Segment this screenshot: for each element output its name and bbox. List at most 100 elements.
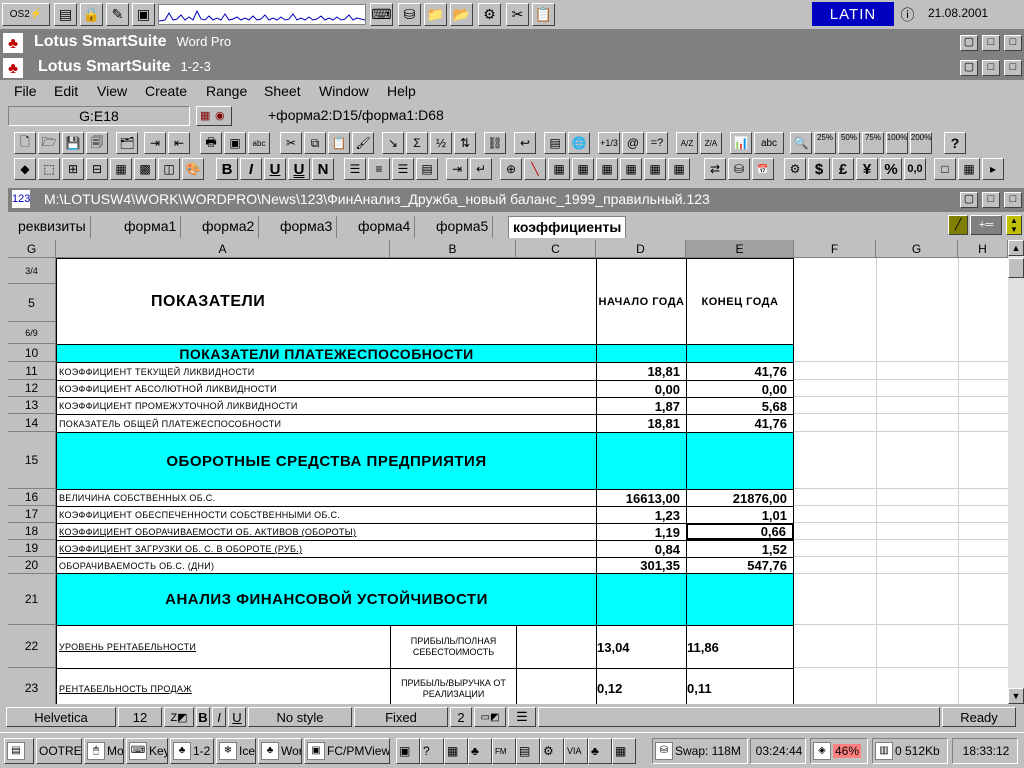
row-header-20[interactable]: 20 (8, 557, 56, 574)
tab-forma1[interactable]: форма1 (120, 216, 182, 238)
section-working-capital-cell[interactable]: ОБОРОТНЫЕ СРЕДСТВА ПРЕДПРИЯТИЯ (56, 432, 596, 489)
menu-help[interactable]: Help (387, 83, 416, 99)
sheet-corner[interactable]: G (8, 240, 56, 258)
column-header-a[interactable]: A (56, 240, 390, 258)
row-14-label[interactable]: ПОКАЗАТЕЛЬ ОБЩЕЙ ПЛАТЕЖЕСПОСОБНОСТИ (56, 414, 596, 432)
link-icon[interactable]: ⛓ (484, 132, 506, 154)
task-ice[interactable]: ❄ Ice (216, 738, 256, 764)
row-11-start[interactable]: 18,81 (596, 362, 686, 380)
zoom-25-icon[interactable]: 25% (814, 132, 836, 154)
tab-forma4[interactable]: форма4 (354, 216, 416, 238)
font-name-selector[interactable]: Helvetica (6, 707, 116, 727)
diagonal-line-icon[interactable]: ╲ (524, 158, 546, 180)
chart-window-icon[interactable]: ▤ (544, 132, 566, 154)
row-19-label[interactable]: КОЭФФИЦИЕНТ ЗАГРУЗКИ ОБ. С. В ОБОРОТЕ (Р… (56, 540, 596, 557)
menu-file[interactable]: File (14, 83, 37, 99)
spreadsheet-grid[interactable]: G A B C D E F G H 3/4 5 6/9 10 11 12 13 … (8, 240, 1008, 704)
copy-icon[interactable]: ⧉ (304, 132, 326, 154)
row-header-23[interactable]: 23 (8, 668, 56, 704)
row-23-start[interactable]: 0,12 (596, 668, 686, 704)
save-file-icon[interactable]: 💾 (62, 132, 84, 154)
calculator-launch-icon[interactable]: ▦ (444, 738, 468, 764)
navigator-icon[interactable]: ▦ (200, 109, 210, 122)
task-word-pro[interactable]: ♣ Wor (258, 738, 302, 764)
column-header-b[interactable]: B (390, 240, 516, 258)
grid-toggle-icon[interactable]: ▦ (958, 158, 980, 180)
status-bold-button[interactable]: B (196, 707, 210, 727)
zoom-200-icon[interactable]: 200% (910, 132, 932, 154)
sort-ascending-icon[interactable]: A/Z (676, 132, 698, 154)
currency-yen-button[interactable]: ¥ (856, 158, 878, 180)
row-20-label[interactable]: ОБОРАЧИВАЕМОСТЬ ОБ.С. (ДНИ) (56, 557, 596, 574)
row-header-6-9[interactable]: 6/9 (8, 322, 56, 344)
header-end-of-year-cell[interactable]: КОНЕЦ ГОДА (686, 258, 794, 344)
open-folder-icon[interactable]: 🗂 (116, 132, 138, 154)
row-17-label[interactable]: КОЭФФИЦИЕНТ ОБЕСПЕЧЕННОСТИ СОБСТВЕННЫМИ … (56, 506, 596, 523)
os2-warp-icon[interactable]: OS2⚡ (2, 3, 50, 26)
column-header-d[interactable]: D (596, 240, 686, 258)
vertical-scrollbar[interactable]: ▲ ▼ (1008, 240, 1024, 704)
decimal-places-selector[interactable]: 2 (450, 707, 472, 727)
cut-icon[interactable]: ✂ (280, 132, 302, 154)
row-23-end[interactable]: 0,11 (686, 668, 794, 704)
undo-icon[interactable]: ↩ (514, 132, 536, 154)
tab-koefficienty[interactable]: коэффициенты (508, 216, 627, 238)
row-header-19[interactable]: 19 (8, 540, 56, 557)
task-mouse[interactable]: 🖱Mou (84, 738, 124, 764)
row-header-13[interactable]: 13 (8, 397, 56, 414)
sum-icon[interactable]: Σ (406, 132, 428, 154)
drive-icon[interactable]: ⛁ (398, 3, 421, 26)
align-left-icon[interactable]: ☰ (344, 158, 366, 180)
ungroup-icon[interactable]: ⊟ (86, 158, 108, 180)
currency-pound-button[interactable]: £ (832, 158, 854, 180)
print-preview-icon[interactable]: ▣ (224, 132, 246, 154)
monitor-icon[interactable]: ▣ (132, 3, 155, 26)
row-header-5[interactable]: 5 (8, 284, 56, 322)
row-23-formula[interactable]: ПРИБЫЛЬ/ВЫРУЧКА ОТ РЕАЛИЗАЦИИ (390, 668, 516, 704)
section-working-capital-start-cell[interactable] (596, 432, 686, 489)
group-icon[interactable]: ⊞ (62, 158, 84, 180)
chart-icon[interactable]: 📊 (730, 132, 752, 154)
transpose-icon[interactable]: ⇄ (704, 158, 726, 180)
menu-window[interactable]: Window (319, 83, 369, 99)
row-12-end[interactable]: 0,00 (686, 380, 794, 397)
row-20-start[interactable]: 301,35 (596, 557, 686, 574)
scroll-thumb[interactable] (1008, 258, 1024, 278)
justify-icon[interactable]: ▤ (416, 158, 438, 180)
row-11-end[interactable]: 41,76 (686, 362, 794, 380)
row-22-start[interactable]: 13,04 (596, 625, 686, 668)
table-outline-icon[interactable]: ▦ (620, 158, 642, 180)
sheet-minimize-button[interactable]: ▢ (960, 60, 978, 76)
row-23-label[interactable]: РЕНТАБЕЛЬНОСТЬ ПРОДАЖ (56, 668, 390, 704)
pen-icon[interactable]: ✎ (106, 3, 129, 26)
paste-icon[interactable]: 📋 (328, 132, 350, 154)
row-17-end[interactable]: 1,01 (686, 506, 794, 523)
tab-scroll-icon[interactable]: ▲ ▼ (1006, 215, 1022, 235)
column-header-g[interactable]: G (876, 240, 958, 258)
underline-button[interactable]: U (264, 158, 286, 180)
section-working-capital-end-cell[interactable] (686, 432, 794, 489)
cell-reference-box[interactable]: G:E18 (8, 106, 190, 126)
indent-icon[interactable]: ⇥ (446, 158, 468, 180)
task-pmview[interactable]: ▣ FC/PMView (304, 738, 390, 764)
cell-color-icon[interactable]: ▭◩ (474, 707, 506, 727)
formula-content[interactable]: +форма2:D15/форма1:D68 (268, 107, 444, 123)
section-solvency-start-cell[interactable] (596, 344, 686, 362)
tab-rekvizity[interactable]: реквизиты (14, 216, 91, 238)
sort-descending-icon[interactable]: Z/A (700, 132, 722, 154)
row-16-end[interactable]: 21876,00 (686, 489, 794, 506)
smartcenter-launch-icon[interactable]: ▦ (612, 738, 636, 764)
scroll-up-icon[interactable]: ▲ (1008, 240, 1024, 256)
font-size-selector[interactable]: 12 (118, 707, 162, 727)
align-right-icon[interactable]: ☰ (392, 158, 414, 180)
row-22-formula[interactable]: ПРИБЫЛЬ/ПОЛНАЯ СЕБЕСТОИМОСТЬ (390, 625, 516, 668)
numbering-icon[interactable]: ½ (430, 132, 452, 154)
open-file-icon[interactable]: 🗁 (38, 132, 60, 154)
print-icon[interactable]: 🖶 (200, 132, 222, 154)
row-18-label[interactable]: КОЭФФИЦИЕНТ ОБОРАЧИВАЕМОСТИ ОБ. АКТИВОВ … (56, 523, 596, 540)
sheet-color-icon[interactable]: ╱ (948, 215, 968, 235)
calendar-icon[interactable]: 📅 (752, 158, 774, 180)
row-13-label[interactable]: КОЭФФИЦИЕНТ ПРОМЕЖУТОЧНОЙ ЛИКВИДНОСТИ (56, 397, 596, 414)
alignment-icon[interactable]: ☰ (508, 707, 536, 727)
settings-icon[interactable]: ⚙ (478, 3, 501, 26)
